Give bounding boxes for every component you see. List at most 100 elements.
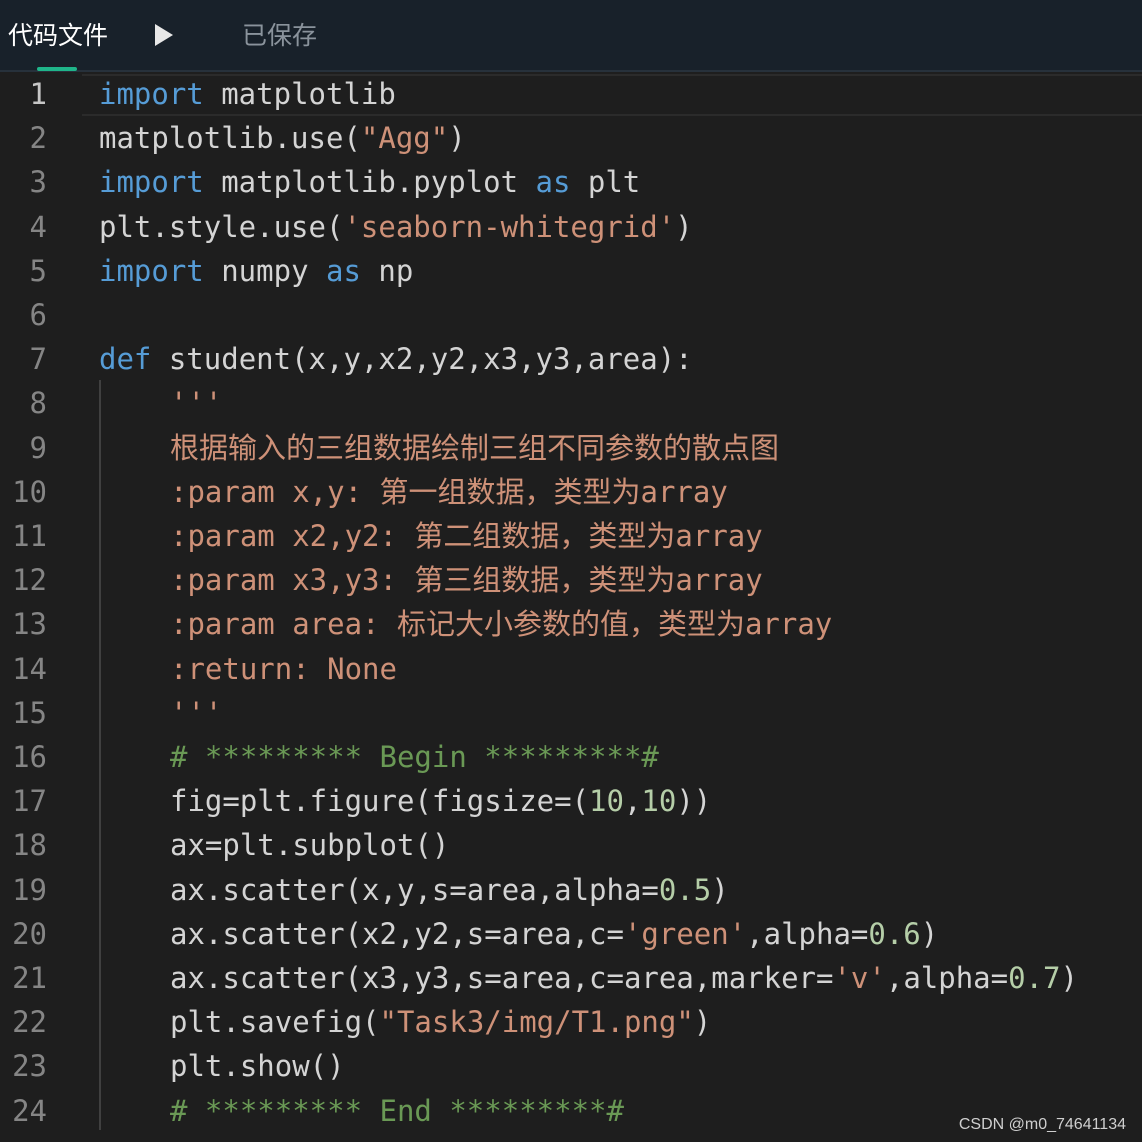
- code-token: 10: [589, 784, 624, 819]
- code-token: import: [99, 253, 204, 288]
- code-token: numpy: [203, 253, 326, 288]
- code-token: 0.6: [868, 916, 921, 951]
- code-line[interactable]: 3 import matplotlib.pyplot as plt: [0, 160, 1142, 204]
- code-token: # ********* Begin *********#: [170, 740, 659, 774]
- code-token: as: [535, 165, 571, 200]
- code-line[interactable]: 7 def student(x,y,x2,y2,x3,y3,area):: [0, 337, 1142, 381]
- code-token: ax.scatter(x2,y2,s=area,c=: [170, 916, 624, 951]
- saved-status: 已保存: [242, 21, 318, 50]
- line-code: ax.scatter(x2,y2,s=area,c='green',alpha=…: [170, 912, 938, 956]
- code-line[interactable]: 20 ax.scatter(x2,y2,s=area,c='green',alph…: [0, 912, 1142, 956]
- line-number: 13: [12, 607, 47, 642]
- code-line[interactable]: 23 plt.show(): [0, 1044, 1142, 1088]
- line-number: 15: [12, 695, 47, 730]
- code-line[interactable]: 10 :param x,y: 第一组数据，类型为array: [0, 470, 1142, 514]
- code-line[interactable]: 16 # ********* Begin *********#: [0, 735, 1142, 779]
- code-line[interactable]: 21 ax.scatter(x3,y3,s=area,c=area,marker=…: [0, 956, 1142, 1000]
- line-code: :param x2,y2: 第二组数据，类型为array: [170, 514, 763, 558]
- code-token: "Agg": [360, 121, 449, 156]
- code-token: ,alpha=: [885, 961, 1009, 995]
- tab-code-file[interactable]: 代码文件: [0, 0, 114, 72]
- code-token: 0.7: [1008, 961, 1061, 995]
- line-number: 9: [29, 430, 47, 465]
- line-code: def student(x,y,x2,y2,x3,y3,area):: [99, 337, 693, 381]
- code-token: import: [99, 77, 204, 111]
- line-code: import numpy as np: [99, 249, 413, 293]
- code-line[interactable]: 9 根据输入的三组数据绘制三组不同参数的散点图: [0, 426, 1142, 470]
- line-number: 24: [12, 1093, 47, 1128]
- code-line[interactable]: 11:param x2,y2: 第二组数据，类型为array: [0, 514, 1142, 558]
- line-number: 7: [29, 342, 47, 377]
- code-token: # ********* End *********#: [170, 1093, 624, 1128]
- line-code: 根据输入的三组数据绘制三组不同参数的散点图: [170, 426, 779, 470]
- line-code: plt.style.use('seaborn-whitegrid'): [99, 205, 693, 249]
- line-code: ''': [170, 381, 222, 425]
- code-line[interactable]: 1 import matplotlib: [0, 72, 1142, 116]
- code-token: :param x2,y2: 第二组数据，类型为array: [170, 519, 763, 553]
- code-line[interactable]: 14:return: None: [0, 647, 1142, 691]
- code-token: ''': [170, 695, 223, 730]
- code-token: 'v': [833, 961, 886, 995]
- line-code: import matplotlib: [99, 72, 396, 116]
- line-number: 18: [12, 828, 47, 863]
- code-token: :param x3,y3: 第三组数据，类型为array: [170, 563, 763, 598]
- code-token: 0.5: [658, 872, 712, 907]
- code-line[interactable]: 22 plt.savefig("Task3/img/T1.png"): [0, 1000, 1142, 1044]
- line-number: 1: [29, 77, 47, 111]
- line-number: 2: [29, 121, 47, 156]
- line-code: ax.scatter(x3,y3,s=area,c=area,marker='v…: [170, 956, 1078, 1000]
- code-token: ,: [623, 784, 642, 819]
- code-line[interactable]: 5 import numpy as np: [0, 249, 1142, 293]
- code-token: :return: None: [170, 651, 397, 686]
- code-token: ): [920, 916, 939, 951]
- line-number: 8: [29, 386, 47, 421]
- line-code: :param x3,y3: 第三组数据，类型为array: [170, 558, 763, 602]
- line-number: 20: [12, 916, 47, 951]
- run-button[interactable]: [148, 18, 182, 52]
- line-number: 22: [12, 1005, 47, 1040]
- code-line[interactable]: 13:param area: 标记大小参数的值，类型为array: [0, 602, 1142, 646]
- code-line[interactable]: 19 ax.scatter(x,y,s=area,alpha=0.5): [0, 868, 1142, 912]
- code-token: 'green': [623, 916, 747, 951]
- code-line[interactable]: 2 matplotlib.use("Agg"): [0, 116, 1142, 160]
- line-code: :param x,y: 第一组数据，类型为array: [170, 470, 728, 514]
- code-token: matplotlib.pyplot: [203, 165, 536, 200]
- code-token: :param x,y: 第一组数据，类型为array: [170, 474, 728, 509]
- code-line[interactable]: 8 ''': [0, 381, 1142, 425]
- line-code: :return: None: [170, 647, 397, 691]
- code-token: matplotlib.use(: [99, 121, 361, 156]
- watermark: CSDN @m0_74641134: [958, 1116, 1126, 1133]
- code-token: 'seaborn-whitegrid': [343, 209, 676, 244]
- code-line[interactable]: 18 ax=plt.subplot(): [0, 823, 1142, 867]
- tab-code-file-label: 代码文件: [8, 21, 109, 50]
- code-line[interactable]: 4 plt.style.use('seaborn-whitegrid'): [0, 205, 1142, 249]
- line-number: 5: [29, 253, 47, 288]
- code-token: fig=plt.figure(figsize=(: [170, 784, 590, 819]
- code-token: ): [675, 209, 693, 244]
- code-token: plt.savefig(: [170, 1005, 380, 1040]
- code-token: plt.show(): [170, 1049, 345, 1084]
- line-code: matplotlib.use("Agg"): [99, 116, 466, 160]
- line-number: 3: [29, 165, 47, 200]
- code-token: student(x,y,x2,y2,x3,y3,area):: [151, 342, 693, 377]
- line-code: # ********* Begin *********#: [170, 735, 659, 779]
- code-token: ): [693, 1005, 712, 1040]
- line-number: 16: [12, 740, 47, 774]
- code-editor[interactable]: 1 import matplotlib 2 matplotlib.use("Agg")…: [0, 72, 1142, 1142]
- line-number: 6: [29, 298, 47, 332]
- line-number: 23: [12, 1049, 47, 1084]
- line-code: ax.scatter(x,y,s=area,alpha=0.5): [170, 868, 729, 912]
- line-code: plt.show(): [170, 1044, 345, 1088]
- code-line[interactable]: 17 fig=plt.figure(figsize=(10,10)): [0, 779, 1142, 823]
- code-token: ,alpha=: [746, 916, 869, 951]
- code-line[interactable]: 6: [0, 293, 1142, 337]
- line-code: fig=plt.figure(figsize=(10,10)): [170, 779, 711, 823]
- code-token: ax.scatter(x,y,s=area,alpha=: [170, 872, 659, 907]
- line-number: 10: [12, 474, 47, 509]
- line-code: plt.savefig("Task3/img/T1.png"): [170, 1000, 711, 1044]
- code-token: ''': [170, 386, 223, 421]
- code-line[interactable]: 15 ''': [0, 691, 1142, 735]
- code-token: plt: [570, 165, 641, 200]
- code-line[interactable]: 12:param x3,y3: 第三组数据，类型为array: [0, 558, 1142, 602]
- code-token: ): [711, 872, 729, 907]
